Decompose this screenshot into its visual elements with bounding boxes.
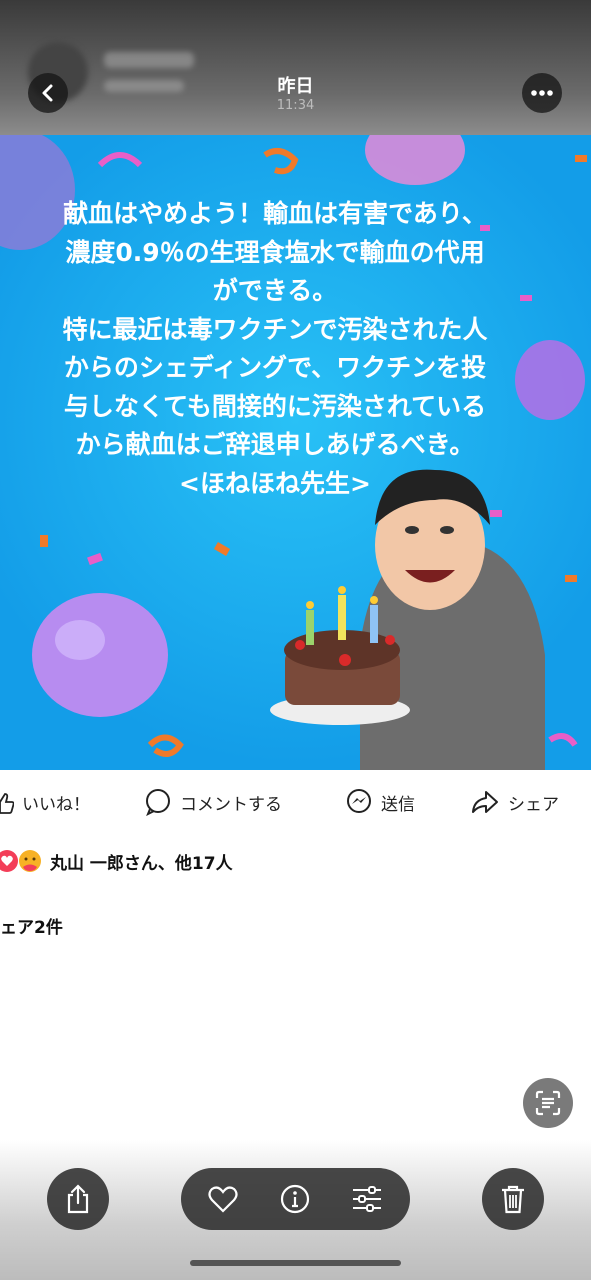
heart-reaction-icon	[0, 850, 18, 872]
like-label: いいね！	[22, 795, 90, 815]
home-indicator[interactable]	[190, 1260, 401, 1266]
share-action-button[interactable]: シェア	[470, 788, 559, 816]
trash-icon	[502, 1185, 524, 1214]
post-text: 献血はやめよう！輸血は有害であり、 濃度0.9％の生理食塩水で輸血の代用 ができ…	[62, 199, 488, 498]
live-text-button[interactable]	[523, 1078, 573, 1128]
info-icon	[280, 1184, 310, 1214]
share-button[interactable]	[47, 1168, 109, 1230]
adjust-button[interactable]	[347, 1179, 387, 1219]
ellipsis-icon	[531, 90, 553, 96]
shares-count[interactable]: ェア2件	[0, 913, 63, 938]
photo-toolbar	[181, 1168, 410, 1230]
blurred-name	[104, 52, 194, 68]
thumbs-up-icon	[0, 792, 14, 814]
reactions-summary[interactable]: 丸山 一郎さん、他17人	[0, 848, 233, 874]
post-image: 献血はやめよう！輸血は有害であり、 濃度0.9％の生理食塩水で輸血の代用 ができ…	[0, 135, 591, 770]
favorite-button[interactable]	[203, 1179, 243, 1219]
like-button[interactable]: いいね！	[0, 790, 90, 815]
more-button[interactable]	[522, 73, 562, 113]
post-action-bar: いいね！ コメントする 送信 シェア	[0, 770, 591, 834]
share-icon	[67, 1184, 89, 1214]
time-subtitle: 11:34	[276, 98, 315, 113]
share-arrow-icon	[472, 791, 498, 813]
send-button[interactable]: 送信	[345, 788, 415, 816]
send-label: 送信	[381, 794, 415, 815]
share-label: シェア	[508, 794, 559, 815]
comment-label: コメントする	[180, 794, 282, 815]
photo-header: 昨日 11:34	[0, 0, 591, 135]
live-text-icon	[535, 1090, 561, 1116]
hug-reaction-icon	[19, 850, 41, 872]
messenger-icon	[347, 789, 371, 813]
avatar-illustration	[270, 469, 545, 770]
date-title: 昨日	[277, 76, 314, 97]
delete-button[interactable]	[482, 1168, 544, 1230]
comment-icon	[146, 789, 170, 816]
sliders-icon	[353, 1186, 381, 1212]
comment-button[interactable]: コメントする	[144, 788, 282, 816]
reactions-text: 丸山 一郎さん、他17人	[50, 853, 233, 874]
heart-icon	[208, 1186, 238, 1213]
info-button[interactable]	[275, 1179, 315, 1219]
